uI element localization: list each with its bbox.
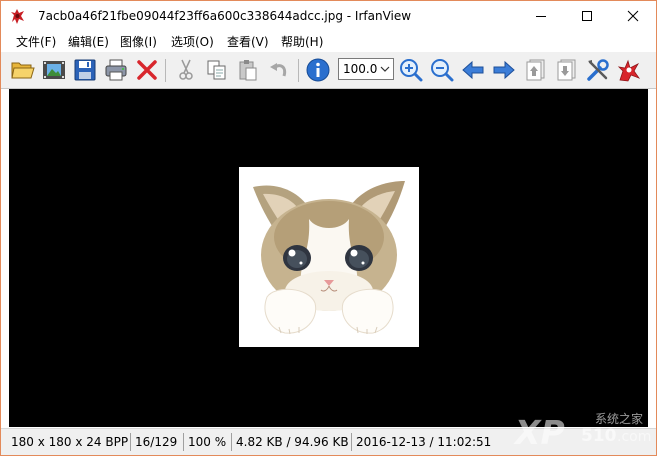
open-folder-icon	[11, 62, 35, 79]
menu-help[interactable]: 帮助(H)	[280, 33, 324, 50]
delete-button[interactable]	[134, 57, 160, 83]
menu-edit[interactable]: 编辑(E)	[67, 33, 110, 50]
zoom-out-button[interactable]	[429, 57, 455, 83]
print-button[interactable]	[103, 57, 129, 83]
slideshow-icon	[43, 61, 65, 79]
title-bar: 7acb0a46f21fbe09044f23ff6a600c338644adcc…	[1, 1, 656, 31]
status-zoom: 100 %	[183, 433, 231, 451]
undo-icon	[270, 63, 287, 77]
close-button[interactable]	[610, 1, 656, 31]
status-dimensions: 180 x 180 x 24 BPP	[11, 435, 129, 449]
status-datetime: 2016-12-13 / 11:02:51	[351, 433, 496, 451]
save-icon	[74, 59, 96, 81]
zoom-out-icon	[431, 59, 454, 82]
watermark-number: 510	[581, 426, 617, 446]
close-icon	[627, 10, 639, 22]
paste-icon	[239, 60, 257, 81]
next-image-button[interactable]	[491, 57, 517, 83]
first-page-button[interactable]	[523, 57, 549, 83]
menu-bar: 文件(F) 编辑(E) 图像(I) 选项(O) 查看(V) 帮助(H)	[1, 31, 656, 52]
maximize-button[interactable]	[564, 1, 610, 31]
delete-icon	[137, 60, 157, 80]
cut-icon	[179, 59, 193, 80]
info-icon	[306, 58, 330, 82]
previous-arrow-icon	[462, 60, 484, 80]
about-irfanview-button[interactable]	[616, 57, 642, 83]
zoom-in-button[interactable]	[398, 57, 424, 83]
slideshow-button[interactable]	[41, 57, 67, 83]
last-page-button[interactable]	[554, 57, 580, 83]
print-icon	[105, 59, 127, 81]
open-button[interactable]	[10, 57, 36, 83]
toolbar: 100.0	[1, 52, 656, 89]
undo-button[interactable]	[266, 57, 292, 83]
zoom-in-icon	[400, 59, 423, 82]
settings-icon	[587, 59, 609, 81]
watermark-domain: .com	[617, 429, 651, 445]
save-button[interactable]	[72, 57, 98, 83]
status-index: 16/129	[130, 433, 183, 451]
first-page-icon	[526, 59, 545, 81]
toolbar-separator	[298, 59, 299, 82]
watermark-brand: XP	[513, 413, 565, 452]
watermark-tagline: 系统之家	[595, 411, 643, 426]
menu-image[interactable]: 图像(I)	[119, 33, 158, 50]
minimize-icon	[536, 16, 546, 17]
cut-button[interactable]	[173, 57, 199, 83]
app-icon[interactable]	[9, 8, 26, 25]
toolbar-separator	[165, 59, 166, 82]
settings-button[interactable]	[585, 57, 611, 83]
menu-file[interactable]: 文件(F)	[15, 33, 57, 50]
last-page-icon	[557, 59, 576, 81]
image-viewport[interactable]	[9, 89, 648, 427]
kitten-image	[253, 181, 405, 335]
displayed-image	[239, 167, 419, 347]
irfanview-window: 7acb0a46f21fbe09044f23ff6a600c338644adcc…	[0, 0, 657, 456]
irfanview-logo-icon	[617, 59, 641, 82]
status-filesize: 4.82 KB / 94.96 KB	[231, 433, 351, 451]
watermark-logo: XP 系统之家 510 .com	[513, 411, 651, 452]
chevron-down-icon	[380, 66, 390, 72]
watermark: XP 系统之家 510 .com	[513, 403, 653, 453]
info-button[interactable]	[305, 57, 331, 83]
menu-options[interactable]: 选项(O)	[170, 33, 215, 50]
minimize-button[interactable]	[518, 1, 564, 31]
menu-view[interactable]: 查看(V)	[226, 33, 270, 50]
zoom-dropdown-value: 100.0	[343, 62, 378, 76]
paste-button[interactable]	[235, 57, 261, 83]
zoom-dropdown[interactable]: 100.0	[338, 58, 394, 80]
previous-image-button[interactable]	[460, 57, 486, 83]
maximize-icon	[582, 11, 592, 21]
window-title: 7acb0a46f21fbe09044f23ff6a600c338644adcc…	[38, 9, 412, 23]
copy-button[interactable]	[204, 57, 230, 83]
copy-icon	[207, 60, 226, 80]
next-arrow-icon	[493, 60, 515, 80]
